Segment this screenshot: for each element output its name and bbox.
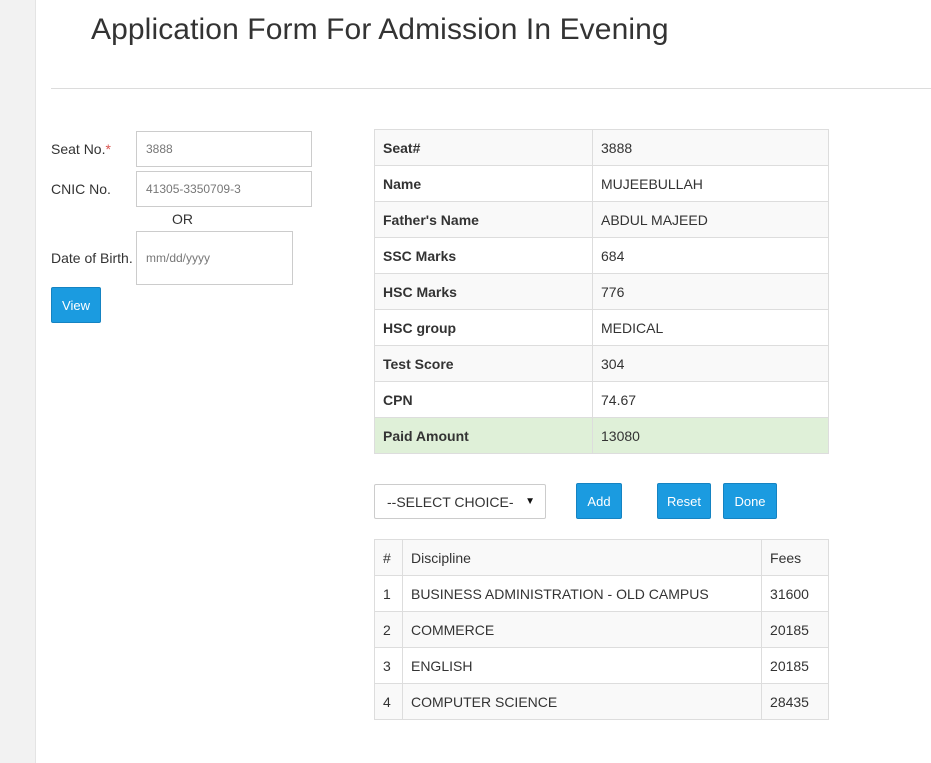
info-row: SSC Marks 684 [374,237,829,274]
student-info-table: Seat# 3888 Name MUJEEBULLAH Father's Name ABD… [374,129,829,454]
dob-input[interactable]: mm/dd/yyyy [136,231,293,285]
info-label: SSC Marks [374,237,593,274]
info-value: MUJEEBULLAH [592,165,829,202]
discipline-row: 3 ENGLISH 20185 [374,647,829,684]
discipline-fee: 20185 [761,611,829,648]
info-row: Father's Name ABDUL MAJEED [374,201,829,238]
discipline-num: 4 [374,683,403,720]
page-container: Application Form For Admission In Evenin… [35,0,931,763]
add-button[interactable]: Add [576,483,622,519]
header-num: # [374,539,403,576]
discipline-row: 1 BUSINESS ADMINISTRATION - OLD CAMPUS 316… [374,575,829,612]
discipline-fee: 20185 [761,647,829,684]
info-label: HSC Marks [374,273,593,310]
info-label: Father's Name [374,201,593,238]
info-row: CPN 74.67 [374,381,829,418]
info-row: HSC Marks 776 [374,273,829,310]
info-value: 3888 [592,129,829,166]
seat-input-value: 3888 [146,142,173,156]
info-row: HSC group MEDICAL [374,309,829,346]
dob-label: Date of Birth. [51,250,133,266]
discipline-row: 4 COMPUTER SCIENCE 28435 [374,683,829,720]
discipline-num: 3 [374,647,403,684]
info-label: Seat# [374,129,593,166]
info-label: Paid Amount [374,417,593,454]
caret-down-icon: ▼ [525,496,535,507]
info-value: 304 [592,345,829,382]
discipline-header-row: # Discipline Fees [374,539,829,576]
divider [51,88,931,89]
info-value: 13080 [592,417,829,454]
discipline-row: 2 COMMERCE 20185 [374,611,829,648]
page-title: Application Form For Admission In Evenin… [91,13,669,46]
required-mark: * [105,141,111,157]
choice-select[interactable]: --SELECT CHOICE- ▼ [374,484,546,519]
info-value: 776 [592,273,829,310]
done-button[interactable]: Done [723,483,777,519]
info-row: Paid Amount 13080 [374,417,829,454]
view-button[interactable]: View [51,287,101,323]
header-discipline: Discipline [401,539,763,576]
info-value: 74.67 [592,381,829,418]
info-label: CPN [374,381,593,418]
info-row: Seat# 3888 [374,129,829,166]
cnic-input-value: 41305-3350709-3 [146,182,241,196]
info-value: ABDUL MAJEED [592,201,829,238]
discipline-num: 2 [374,611,403,648]
reset-button[interactable]: Reset [657,483,711,519]
choice-select-value: --SELECT CHOICE- [387,493,514,510]
info-label: HSC group [374,309,593,346]
or-text: OR [172,211,193,227]
info-row: Name MUJEEBULLAH [374,165,829,202]
discipline-name: ENGLISH [401,647,763,684]
discipline-num: 1 [374,575,403,612]
discipline-name: BUSINESS ADMINISTRATION - OLD CAMPUS [401,575,763,612]
header-fees: Fees [761,539,829,576]
info-label: Test Score [374,345,593,382]
cnic-input[interactable]: 41305-3350709-3 [136,171,312,207]
info-row: Test Score 304 [374,345,829,382]
discipline-fee: 28435 [761,683,829,720]
discipline-name: COMMERCE [401,611,763,648]
discipline-table: # Discipline Fees 1 BUSINESS ADMINISTRATI… [374,539,829,720]
discipline-name: COMPUTER SCIENCE [401,683,763,720]
info-label: Name [374,165,593,202]
discipline-fee: 31600 [761,575,829,612]
dob-placeholder: mm/dd/yyyy [146,251,211,265]
seat-label: Seat No.* [51,141,111,157]
info-value: MEDICAL [592,309,829,346]
info-value: 684 [592,237,829,274]
seat-input[interactable]: 3888 [136,131,312,167]
cnic-label: CNIC No. [51,181,111,197]
